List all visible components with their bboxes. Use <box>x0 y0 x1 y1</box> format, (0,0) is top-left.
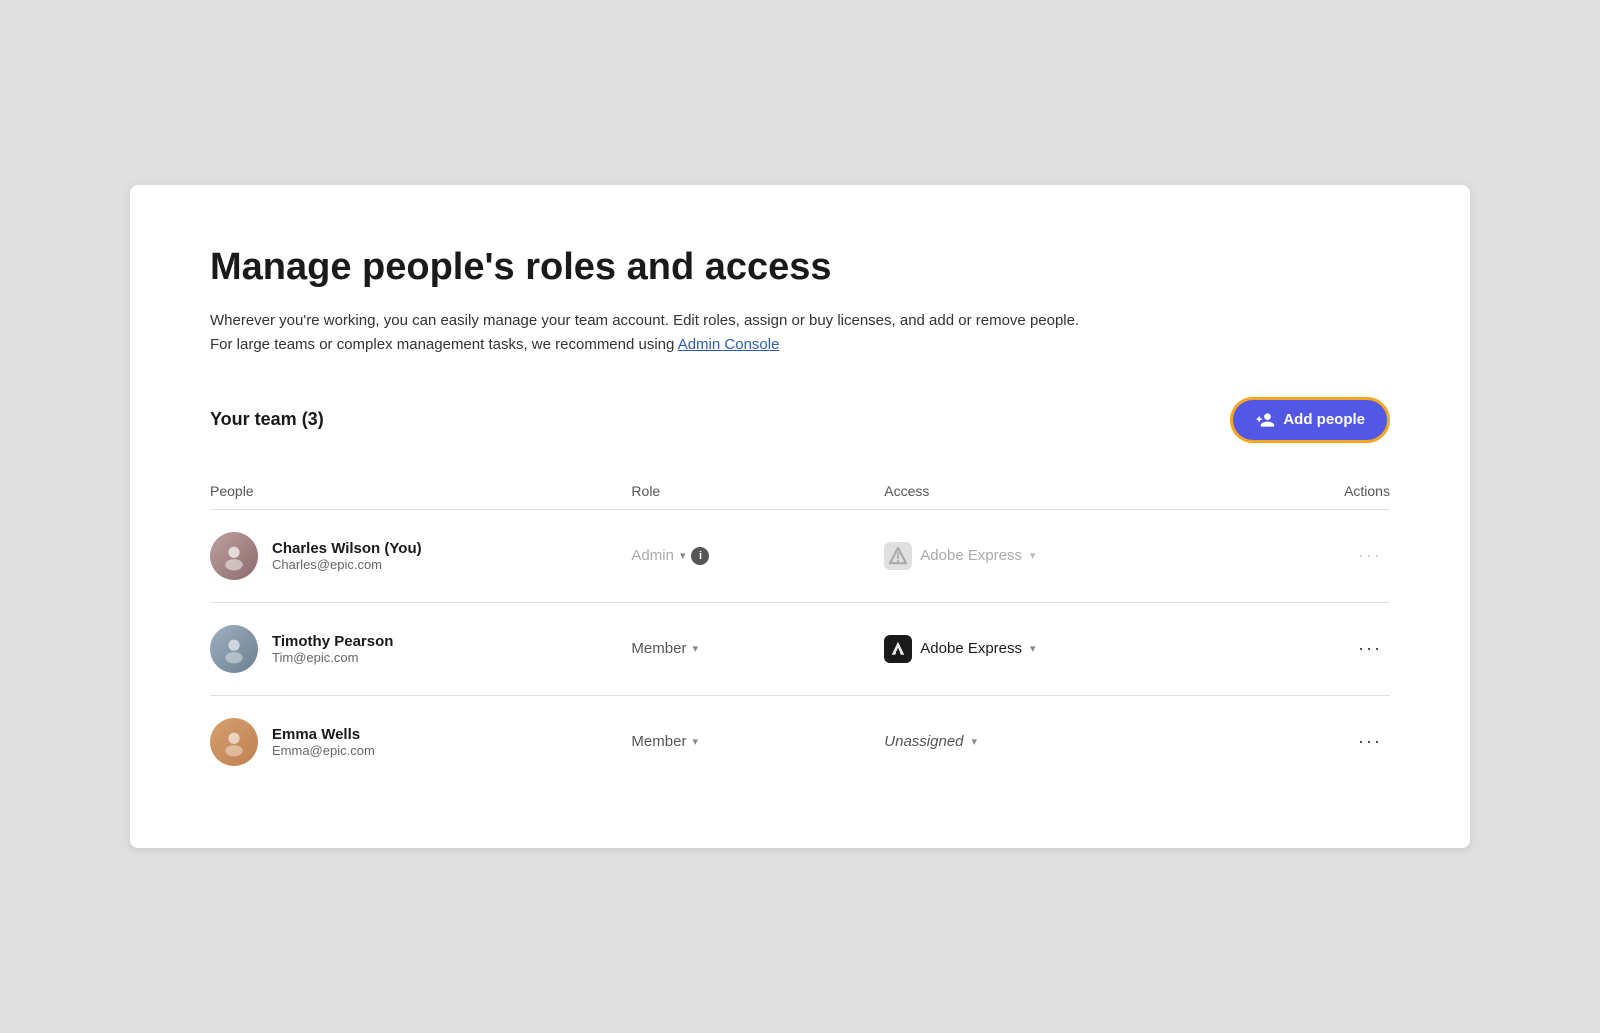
team-title: Your team (3) <box>210 409 324 430</box>
person-cell-charles: Charles Wilson (You) Charles@epic.com <box>210 532 631 580</box>
more-menu-button-emma[interactable]: ··· <box>1350 727 1390 756</box>
chevron-down-icon-access-charles: ▾ <box>1030 549 1036 562</box>
more-menu-button-timothy[interactable]: ··· <box>1350 634 1390 663</box>
role-text-timothy: Member <box>631 640 686 657</box>
avatar-timothy <box>210 625 258 673</box>
access-cell-charles: Adobe Express ▾ <box>884 542 1221 570</box>
chevron-down-icon-access-emma: ▾ <box>972 735 978 748</box>
chevron-down-icon-emma: ▾ <box>692 735 698 748</box>
person-cell-emma: Emma Wells Emma@epic.com <box>210 718 631 766</box>
actions-cell-charles: ··· <box>1221 541 1390 570</box>
page-title: Manage people's roles and access <box>210 245 1390 291</box>
actions-cell-timothy: ··· <box>1221 634 1390 663</box>
person-cell-timothy: Timothy Pearson Tim@epic.com <box>210 625 631 673</box>
person-email-timothy: Tim@epic.com <box>272 650 393 665</box>
person-name-charles: Charles Wilson (You) <box>272 540 422 557</box>
chevron-down-icon: ▾ <box>680 549 686 562</box>
person-info-emma: Emma Wells Emma@epic.com <box>272 726 375 758</box>
add-person-icon <box>1255 410 1275 430</box>
role-cell-charles: Admin ▾ i <box>631 547 884 565</box>
header-access: Access <box>884 483 1221 499</box>
admin-console-link[interactable]: Admin Console <box>678 336 780 353</box>
person-info-charles: Charles Wilson (You) Charles@epic.com <box>272 540 422 572</box>
role-cell-timothy[interactable]: Member ▾ <box>631 640 884 657</box>
team-header: Your team (3) Add people <box>210 397 1390 443</box>
add-people-label: Add people <box>1283 411 1365 428</box>
person-email-emma: Emma@epic.com <box>272 743 375 758</box>
description-text-1: Wherever you're working, you can easily … <box>210 312 1079 329</box>
header-people: People <box>210 483 631 499</box>
access-text-timothy: Adobe Express <box>920 640 1022 657</box>
header-role: Role <box>631 483 884 499</box>
access-cell-timothy[interactable]: Adobe Express ▾ <box>884 635 1221 663</box>
page-description: Wherever you're working, you can easily … <box>210 309 1390 357</box>
adobe-express-icon-timothy <box>884 635 912 663</box>
description-text-2: For large teams or complex management ta… <box>210 336 678 353</box>
table-row: Charles Wilson (You) Charles@epic.com Ad… <box>210 509 1390 602</box>
role-text-emma: Member <box>631 733 686 750</box>
person-name-emma: Emma Wells <box>272 726 375 743</box>
person-info-timothy: Timothy Pearson Tim@epic.com <box>272 633 393 665</box>
role-cell-emma[interactable]: Member ▾ <box>631 733 884 750</box>
actions-cell-emma: ··· <box>1221 727 1390 756</box>
role-text-charles: Admin <box>631 547 674 564</box>
table-row: Timothy Pearson Tim@epic.com Member ▾ <box>210 602 1390 695</box>
avatar-emma <box>210 718 258 766</box>
adobe-express-icon-charles <box>884 542 912 570</box>
avatar-charles <box>210 532 258 580</box>
add-people-button[interactable]: Add people <box>1230 397 1390 443</box>
access-text-charles: Adobe Express <box>920 547 1022 564</box>
person-name-timothy: Timothy Pearson <box>272 633 393 650</box>
chevron-down-icon-access-timothy: ▾ <box>1030 642 1036 655</box>
people-table: People Role Access Actions Charles Wilso… <box>210 473 1390 788</box>
chevron-down-icon-timothy: ▾ <box>692 642 698 655</box>
table-row: Emma Wells Emma@epic.com Member ▾ Unassi… <box>210 695 1390 788</box>
header-actions: Actions <box>1221 483 1390 499</box>
info-icon-charles[interactable]: i <box>691 547 709 565</box>
table-header: People Role Access Actions <box>210 473 1390 509</box>
more-menu-button-charles: ··· <box>1350 541 1390 570</box>
person-email-charles: Charles@epic.com <box>272 557 422 572</box>
page-container: Manage people's roles and access Whereve… <box>130 185 1470 848</box>
access-cell-emma[interactable]: Unassigned ▾ <box>884 733 1221 750</box>
access-text-emma: Unassigned <box>884 733 963 750</box>
